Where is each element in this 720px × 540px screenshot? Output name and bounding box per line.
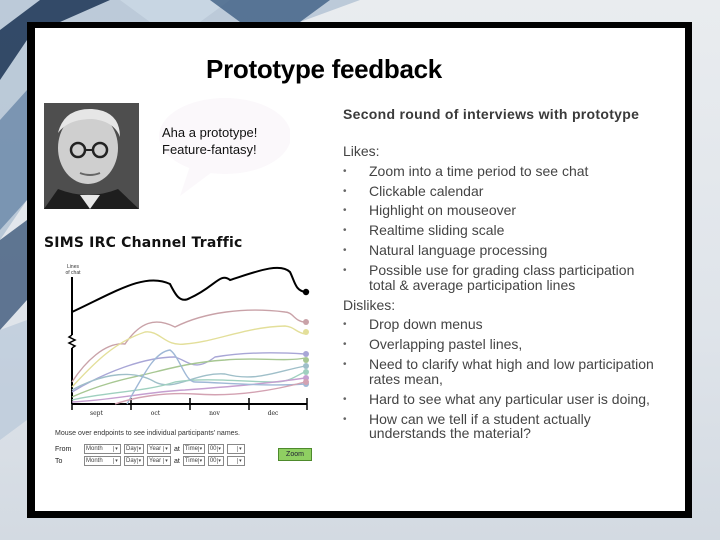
list-item: • Clickable calendar [343, 182, 683, 202]
bullet-icon: • [343, 393, 347, 405]
list-item: • Natural language processing [343, 241, 683, 261]
list-item: • Drop down menus [343, 315, 683, 335]
series-endpoint[interactable] [303, 369, 309, 375]
zoom-button[interactable]: Zoom [278, 448, 312, 461]
list-item: • Overlapping pastel lines, [343, 335, 683, 355]
from-at-label: at [174, 445, 180, 453]
bullet-icon: • [343, 244, 347, 256]
bullet-icon: • [343, 165, 347, 177]
list-item: • How can we tell if a student actually [343, 410, 683, 430]
to-ampm-select[interactable]: ▾ [226, 456, 245, 466]
axis-break-icon [67, 334, 77, 349]
speech-line-2: Feature-fantasy! [162, 142, 257, 157]
series-line [71, 309, 306, 383]
from-month-select[interactable]: Month ▾ [84, 444, 121, 454]
list-item-text: Realtime sliding scale [369, 222, 505, 239]
x-tick-label: dec [268, 410, 279, 417]
bullet-icon: • [343, 185, 347, 197]
list-item-text: Need to clarify what high and low partic… [369, 355, 654, 372]
from-time-select[interactable]: Time ▾ [182, 444, 205, 454]
list-item-text: Highlight on mouseover [369, 202, 517, 219]
series-line [71, 266, 306, 313]
from-label: From [55, 445, 72, 453]
bullet-icon: • [343, 358, 347, 370]
likes-heading: Likes: [343, 143, 380, 159]
list-item: • Need to clarify what high and low parti… [343, 355, 683, 375]
dislikes-heading: Dislikes: [343, 296, 396, 313]
to-year-select[interactable]: Year ▾ [147, 456, 171, 466]
from-year-select[interactable]: Year ▾ [147, 444, 171, 454]
bullet-icon: • [343, 264, 347, 276]
series-endpoint[interactable] [303, 329, 309, 335]
chart-hint: Mouse over endpoints to see individual p… [55, 430, 240, 437]
portrait-photo [44, 103, 139, 209]
bullet-icon: • [343, 319, 347, 331]
list-item-text: How can we tell if a student actually [369, 410, 591, 427]
list-item-text: Hard to see what any particular user is … [369, 390, 650, 407]
list-item: • Realtime sliding scale [343, 221, 683, 241]
list-item: • Highlight on mouseover [343, 201, 683, 221]
slide-subtitle: Second round of interviews with prototyp… [343, 106, 640, 122]
to-month-select[interactable]: Month ▾ [84, 456, 121, 466]
x-tick-label: oct [151, 410, 161, 417]
to-row: To Month ▾ Day ▾ Year ▾ at Time ▾ 00 ▾ ▾ [55, 456, 245, 466]
bullet-icon: • [343, 413, 347, 425]
series-line [71, 352, 306, 393]
list-item-text: Drop down menus [369, 316, 483, 333]
list-item-text: Possible use for grading class participa… [369, 261, 635, 278]
list-item-text: Zoom into a time period to see chat [369, 162, 589, 179]
series-endpoint[interactable] [303, 319, 309, 325]
list-item-text: Natural language processing [369, 241, 548, 258]
x-tick-label: sept [90, 410, 103, 417]
y-axis-label-2: of chat [65, 270, 81, 276]
from-minutes-select[interactable]: 00 ▾ [207, 444, 224, 454]
list-item: • Hard to see what any particular user is… [343, 390, 683, 410]
list-item: • Possible use for grading class particip… [343, 261, 683, 281]
series-endpoint[interactable] [303, 351, 309, 357]
to-minutes-select[interactable]: 00 ▾ [207, 456, 224, 466]
to-time-select[interactable]: Time ▾ [182, 456, 205, 466]
series-endpoint[interactable] [303, 379, 309, 385]
list-item-text: Overlapping pastel lines, [369, 336, 523, 353]
to-day-select[interactable]: Day ▾ [124, 456, 144, 466]
from-row: From Month ▾ Day ▾ Year ▾ at Time ▾ 00 ▾ ▾ [55, 444, 245, 454]
to-at-label: at [174, 457, 180, 465]
series-endpoint[interactable] [303, 357, 309, 363]
slide: Prototype feedback Second round of inter… [35, 28, 685, 511]
series-endpoint[interactable] [302, 288, 310, 296]
list-item-text: Clickable calendar [369, 182, 484, 199]
speech-bubble-text: Aha a prototype! Feature-fantasy! [162, 124, 257, 158]
from-day-select[interactable]: Day ▾ [124, 444, 144, 454]
bullet-icon: • [343, 225, 347, 237]
slide-title: Prototype feedback [206, 54, 442, 84]
to-label: To [55, 457, 63, 465]
from-ampm-select[interactable]: ▾ [226, 444, 245, 454]
x-tick-label: nov [209, 410, 220, 417]
speech-line-1: Aha a prototype! [162, 125, 258, 140]
feedback-list: Likes: • Zoom into a time period to see c… [343, 142, 683, 444]
list-item: • Zoom into a time period to see chat [343, 162, 683, 182]
bullet-icon: • [343, 205, 347, 217]
bullet-icon: • [343, 339, 347, 351]
series-endpoint[interactable] [303, 363, 309, 369]
